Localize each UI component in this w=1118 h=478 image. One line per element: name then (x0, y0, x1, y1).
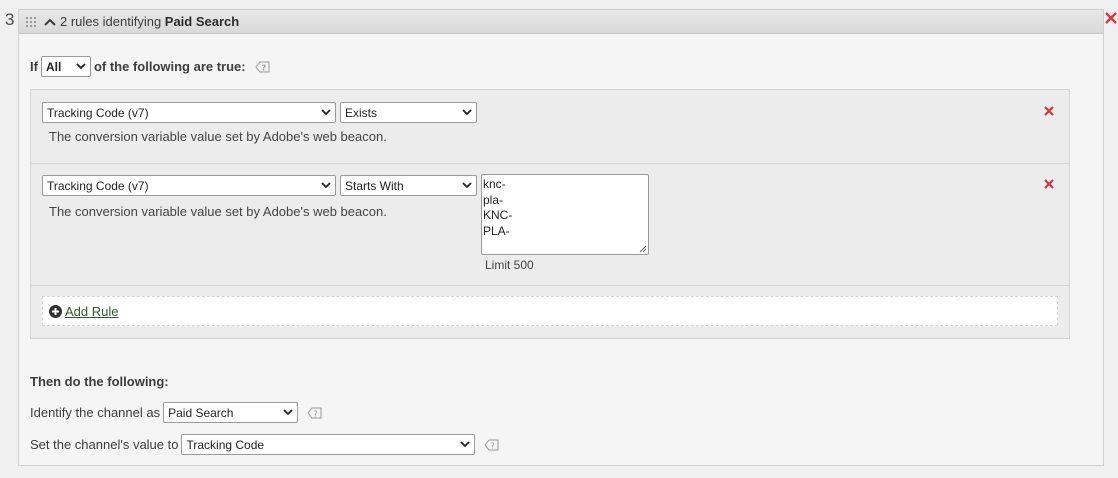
rule-header-prefix: 2 rules identifying (60, 14, 165, 29)
svg-text:?: ? (314, 409, 318, 418)
chevron-down-icon (462, 109, 472, 116)
remove-rule-icon[interactable] (1043, 178, 1055, 190)
set-channel-value-select[interactable]: Tracking Code (181, 434, 476, 455)
rule-header-channel: Paid Search (164, 14, 240, 29)
help-tag-icon[interactable]: ? (307, 407, 322, 419)
rule-number: 3 (5, 10, 15, 29)
set-channel-value-value: Tracking Code (186, 437, 265, 452)
add-rule-link[interactable]: Add Rule (65, 304, 118, 319)
identify-channel-value: Paid Search (168, 405, 234, 420)
values-limit-label: Limit 500 (485, 258, 534, 272)
resize-grip-icon[interactable] (638, 244, 647, 253)
rule-value-line: KNC- (483, 208, 513, 222)
chevron-down-icon (321, 182, 331, 189)
condition-line: If All of the following are true: ? (30, 56, 270, 77)
rule-operator-select[interactable]: Exists (340, 102, 477, 123)
rule-values-textarea[interactable]: knc- pla- KNC- PLA- (481, 174, 649, 255)
remove-rule-icon[interactable] (1043, 105, 1055, 117)
identify-channel-select[interactable]: Paid Search (163, 402, 299, 423)
rules-container: Tracking Code (v7) Exists The conversion… (30, 89, 1070, 339)
rule-dimension-select[interactable]: Tracking Code (v7) (42, 175, 336, 196)
rule-dimension-value: Tracking Code (v7) (47, 178, 149, 193)
rule-value-line: PLA- (483, 223, 510, 238)
help-tag-icon[interactable]: ? (254, 61, 270, 73)
then-title: Then do the following: (30, 374, 169, 389)
match-type-select[interactable]: All (40, 56, 91, 77)
if-label: If (30, 59, 38, 74)
set-channel-value-line: Set the channel's value to Tracking Code… (30, 434, 499, 455)
rule-operator-select[interactable]: Starts With (340, 175, 477, 196)
rule-dimension-value: Tracking Code (v7) (47, 105, 149, 120)
chevron-down-icon (321, 109, 331, 116)
rule-description: The conversion variable value set by Ado… (49, 129, 387, 144)
chevron-down-icon (283, 409, 293, 416)
collapse-chevron-up-icon[interactable] (43, 15, 57, 29)
rule-value-line: pla- (483, 192, 504, 207)
rule-row: Tracking Code (v7) Exists The conversion… (31, 90, 1069, 164)
add-circle-icon[interactable] (49, 304, 62, 318)
identify-channel-label: Identify the channel as (30, 405, 161, 420)
rule-dimension-select[interactable]: Tracking Code (v7) (42, 102, 336, 123)
chevron-down-icon (460, 441, 471, 448)
svg-text:?: ? (261, 63, 266, 72)
chevron-down-icon (76, 63, 86, 70)
identify-channel-line: Identify the channel as Paid Search ? (30, 402, 322, 423)
chevron-down-icon (462, 182, 472, 189)
rule-panel: 2 rules identifying Paid Search If All o… (18, 9, 1104, 466)
match-type-value: All (45, 59, 62, 74)
drag-handle-icon[interactable] (24, 15, 38, 29)
rule-operator-value: Exists (345, 105, 378, 120)
help-tag-icon[interactable]: ? (484, 439, 499, 451)
svg-text:?: ? (491, 441, 495, 450)
delete-rule-set-icon[interactable] (1104, 9, 1118, 27)
rule-header-title: 2 rules identifying Paid Search (60, 14, 239, 29)
rule-operator-value: Starts With (345, 178, 404, 193)
condition-suffix: of the following are true: (93, 59, 246, 74)
rule-panel-header: 2 rules identifying Paid Search (19, 10, 1103, 34)
add-rule-row: Add Rule (31, 286, 1069, 338)
set-channel-value-label: Set the channel's value to (30, 437, 179, 452)
rule-row: Tracking Code (v7) Starts With The conve… (31, 164, 1069, 286)
rule-value-line: knc- (483, 177, 506, 191)
rule-description: The conversion variable value set by Ado… (49, 204, 387, 219)
add-rule-area: Add Rule (42, 296, 1058, 326)
